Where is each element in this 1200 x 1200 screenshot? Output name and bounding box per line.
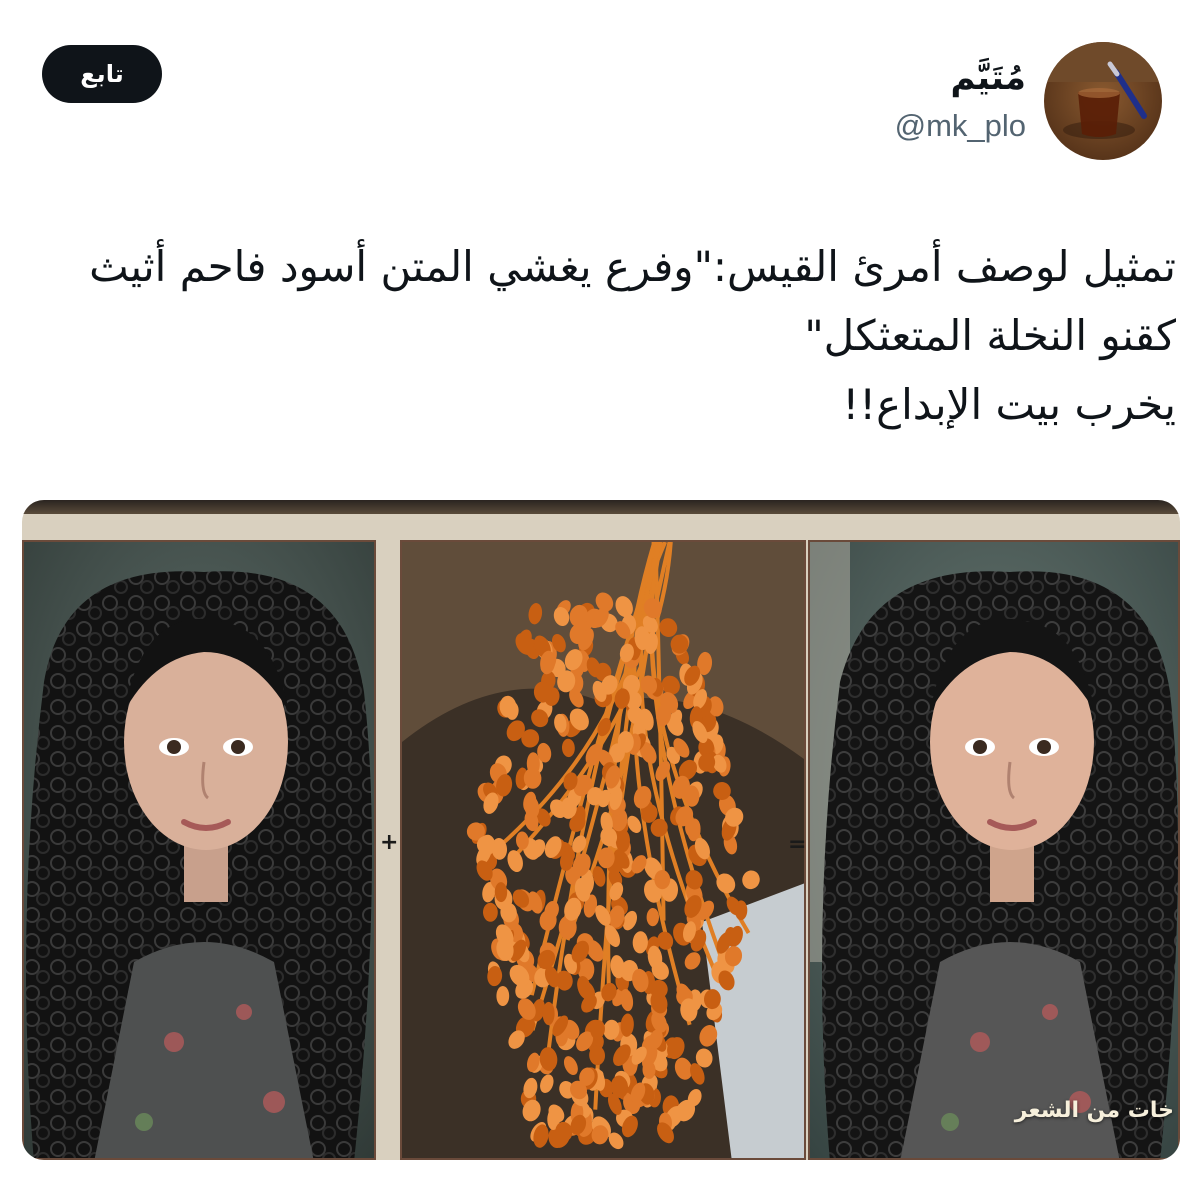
tweet-line: يخرب بيت الإبداع!! — [842, 380, 1176, 429]
photo-girl-edited: خات من الشعر — [808, 540, 1180, 1160]
photo-date-bunch — [400, 540, 806, 1160]
plus-sign: + — [380, 830, 399, 855]
tweet-line: تمثيل لوصف أمرئ القيس:"وفرع يغشي المتن أ… — [89, 242, 1176, 291]
avatar-image — [1044, 42, 1162, 160]
tweet-text: تمثيل لوصف أمرئ القيس:"وفرع يغشي المتن أ… — [26, 232, 1176, 439]
user-info: مُتَيَّم @mk_plo — [895, 56, 1026, 146]
tweet-line: كقنو النخلة المتعثكل" — [804, 311, 1176, 360]
equals-sign: = — [788, 832, 807, 857]
user-handle[interactable]: @mk_plo — [895, 106, 1026, 146]
photo-girl-original — [22, 540, 376, 1160]
avatar[interactable] — [1044, 42, 1162, 160]
display-name[interactable]: مُتَيَّم — [895, 56, 1026, 100]
follow-button[interactable]: تابع — [42, 45, 162, 103]
image-caption: خات من الشعر — [1014, 1098, 1174, 1123]
tweet-card: تابع مُتَيَّم @mk_plo تمثيل لوصف أمرئ ال… — [0, 0, 1200, 1200]
tweet-media[interactable]: + = خات من الشعر — [22, 500, 1180, 1160]
media-top-border — [22, 500, 1180, 514]
